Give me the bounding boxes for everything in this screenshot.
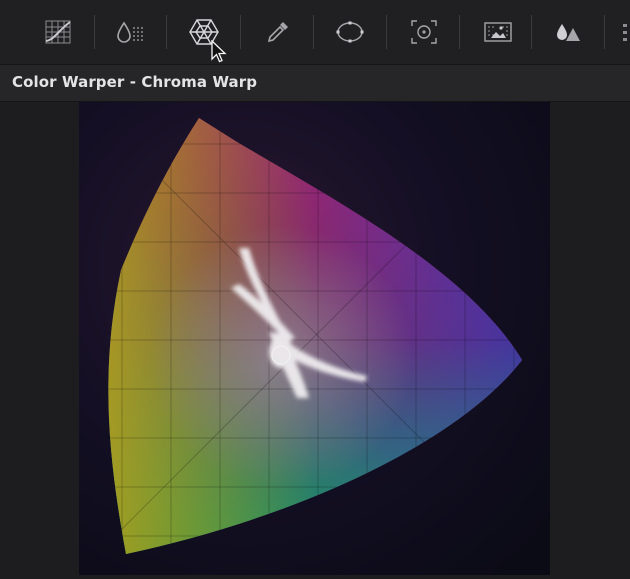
tracker-tool-button[interactable]: [404, 12, 444, 52]
curves-tool-button[interactable]: [38, 12, 78, 52]
mouse-pointer-icon: [211, 40, 227, 63]
droplet-dots-icon: [117, 21, 143, 43]
right-margin: [550, 102, 630, 575]
ellipse-window-icon: [336, 21, 364, 43]
eyedropper-icon: [267, 22, 288, 43]
chroma-warp-canvas[interactable]: [79, 102, 550, 575]
image-dots-icon: [484, 22, 512, 42]
hue-sat-tool-button[interactable]: [110, 12, 150, 52]
panel-header: Color Warper - Chroma Warp: [0, 65, 630, 102]
left-margin: [0, 102, 79, 575]
curves-grid-icon: [45, 20, 71, 44]
more-tools-handle[interactable]: [620, 22, 630, 44]
toolbar: [0, 0, 630, 65]
drop-triangle-icon: [557, 24, 580, 41]
chroma-warp-plot[interactable]: [79, 102, 550, 575]
blur-tool-button[interactable]: [478, 12, 518, 52]
key-tool-button[interactable]: [548, 12, 588, 52]
panel-title: Color Warper - Chroma Warp: [12, 73, 258, 91]
qualifier-tool-button[interactable]: [258, 12, 298, 52]
window-tool-button[interactable]: [330, 12, 370, 52]
more-dots-icon: [623, 24, 627, 41]
target-crosshair-icon: [411, 20, 437, 44]
